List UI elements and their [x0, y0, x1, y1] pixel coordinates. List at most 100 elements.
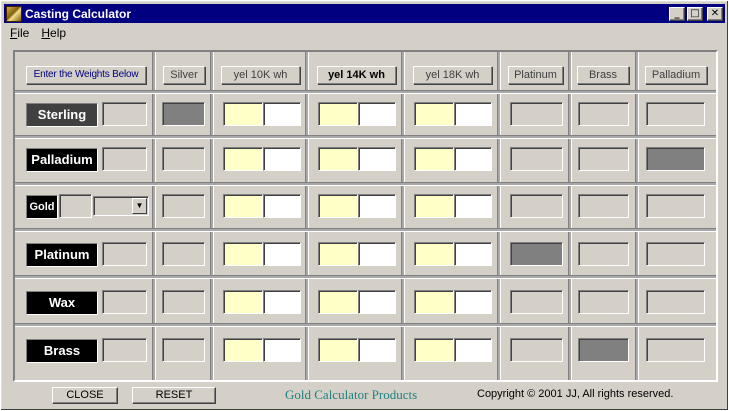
row-divider	[15, 275, 716, 279]
platinum-10k-yellow	[223, 242, 263, 266]
wax-10k-white	[263, 290, 301, 314]
row-divider	[15, 323, 716, 327]
wax-14k-white	[358, 290, 396, 314]
row-divider	[15, 182, 716, 186]
column-divider	[635, 52, 639, 380]
row-label-wax: Wax	[26, 291, 98, 315]
platinum-18k-yellow	[414, 242, 454, 266]
sterling-14k-yellow	[318, 102, 358, 126]
column-divider	[568, 52, 572, 380]
row-label-brass: Brass	[26, 339, 98, 363]
brass-18k-yellow	[414, 338, 454, 362]
row-label-sterling: Sterling	[26, 103, 98, 127]
sterling-weight-input[interactable]	[102, 102, 147, 126]
header-yel-18k: yel 18K wh	[413, 66, 492, 84]
wax-silver-cell	[162, 290, 205, 314]
row-divider	[15, 90, 716, 94]
sterling-18k-white	[454, 102, 492, 126]
column-divider	[401, 52, 405, 380]
close-window-button[interactable]: ✕	[707, 6, 723, 21]
close-button[interactable]: CLOSE	[52, 387, 118, 404]
row-divider	[15, 135, 716, 139]
brass-10k-white	[263, 338, 301, 362]
instruction-header: Enter the Weights Below	[26, 66, 146, 84]
gold-palladium-cell	[646, 194, 705, 218]
platinum-14k-yellow	[318, 242, 358, 266]
casting-calculator-window: Casting Calculator _ □ ✕ File Help Enter…	[0, 0, 729, 411]
palladium-weight-input[interactable]	[102, 147, 147, 171]
brass-platinum-cell	[510, 338, 563, 362]
wax-10k-yellow	[223, 290, 263, 314]
sterling-silver-cell	[162, 102, 205, 126]
platinum-10k-white	[263, 242, 301, 266]
gold-18k-white	[454, 194, 492, 218]
header-yel-10k: yel 10K wh	[221, 66, 300, 84]
weights-grid: Enter the Weights Below Silver yel 10K w…	[13, 50, 718, 382]
row-label-gold: Gold	[26, 195, 58, 219]
palladium-18k-yellow	[414, 147, 454, 171]
title-bar: Casting Calculator _ □ ✕	[4, 4, 725, 23]
palladium-14k-white	[358, 147, 396, 171]
gold-14k-white	[358, 194, 396, 218]
sterling-palladium-cell	[646, 102, 705, 126]
brass-palladium-cell	[646, 338, 705, 362]
wax-palladium-cell	[646, 290, 705, 314]
wax-18k-yellow	[414, 290, 454, 314]
reset-button[interactable]: RESET	[132, 387, 216, 404]
platinum-silver-cell	[162, 242, 205, 266]
wax-14k-yellow	[318, 290, 358, 314]
palladium-platinum-cell	[510, 147, 563, 171]
gold-18k-yellow	[414, 194, 454, 218]
palladium-brass-cell	[578, 147, 629, 171]
palladium-silver-cell	[162, 147, 205, 171]
brass-14k-white	[358, 338, 396, 362]
platinum-palladium-cell	[646, 242, 705, 266]
brass-silver-cell	[162, 338, 205, 362]
column-divider	[210, 52, 214, 380]
gold-brass-cell	[578, 194, 629, 218]
row-divider	[15, 228, 716, 232]
platinum-14k-white	[358, 242, 396, 266]
wax-18k-white	[454, 290, 492, 314]
wax-brass-cell	[578, 290, 629, 314]
column-divider	[152, 52, 156, 380]
sterling-platinum-cell	[510, 102, 563, 126]
maximize-button[interactable]: □	[687, 6, 703, 21]
wax-platinum-cell	[510, 290, 563, 314]
header-brass: Brass	[577, 66, 629, 84]
window-title: Casting Calculator	[25, 6, 132, 21]
sterling-14k-white	[358, 102, 396, 126]
row-label-platinum: Platinum	[26, 243, 98, 267]
gold-10k-white	[263, 194, 301, 218]
brass-weight-input[interactable]	[102, 338, 147, 362]
menu-help[interactable]: Help	[35, 26, 72, 40]
gold-silver-cell	[162, 194, 205, 218]
platinum-brass-cell	[578, 242, 629, 266]
sterling-10k-yellow	[223, 102, 263, 126]
header-yel-14k: yel 14K wh	[317, 66, 396, 84]
row-label-palladium: Palladium	[26, 148, 98, 172]
brass-10k-yellow	[223, 338, 263, 362]
brass-18k-white	[454, 338, 492, 362]
gold-platinum-cell	[510, 194, 563, 218]
brass-brass-cell	[578, 338, 629, 362]
platinum-weight-input[interactable]	[102, 242, 147, 266]
chevron-down-icon[interactable]: ▼	[132, 198, 147, 214]
gold-weight-input[interactable]	[59, 194, 92, 218]
app-icon	[6, 5, 22, 22]
palladium-10k-white	[263, 147, 301, 171]
platinum-18k-white	[454, 242, 492, 266]
sterling-brass-cell	[578, 102, 629, 126]
wax-weight-input[interactable]	[102, 290, 147, 314]
header-palladium: Palladium	[645, 66, 707, 84]
gold-10k-yellow	[223, 194, 263, 218]
palladium-18k-white	[454, 147, 492, 171]
gold-karat-select[interactable]: ▼	[93, 196, 149, 216]
menu-file[interactable]: File	[4, 26, 35, 40]
minimize-button[interactable]: _	[669, 6, 685, 21]
brand-text: Gold Calculator Products	[285, 387, 418, 402]
gold-14k-yellow	[318, 194, 358, 218]
palladium-10k-yellow	[223, 147, 263, 171]
palladium-palladium-cell	[646, 147, 705, 171]
brass-14k-yellow	[318, 338, 358, 362]
